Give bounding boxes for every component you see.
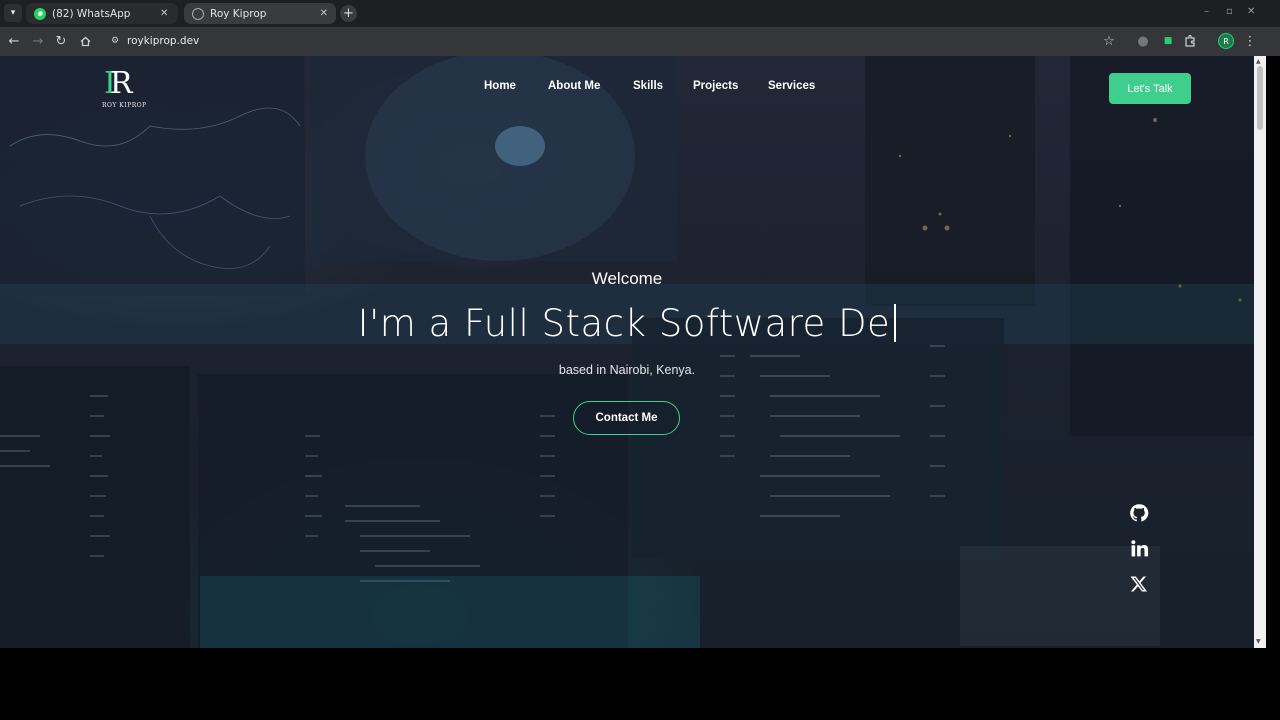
page-scrollbar[interactable]: ▲ ▼ (1254, 56, 1266, 648)
page-viewport: IR ROY KIPROP Home About Me Skills Proje… (0, 56, 1254, 648)
extension-green-icon[interactable]: ■ (1160, 33, 1176, 49)
scroll-up-icon[interactable]: ▲ (1256, 58, 1261, 65)
extension-icon[interactable]: ● (1135, 33, 1151, 49)
tab-strip: ▾ (82) WhatsApp Roy Kiprop ✕ ✕ + – ▫ ✕ (0, 0, 1280, 27)
tab-whatsapp[interactable]: (82) WhatsApp (26, 3, 178, 24)
forward-icon[interactable]: → (30, 33, 46, 49)
tab-title: Roy Kiprop (210, 7, 267, 20)
x-icon[interactable] (1128, 573, 1150, 595)
hero-background-image (0, 56, 1254, 648)
close-tab-icon[interactable]: ✕ (320, 8, 328, 19)
profile-avatar[interactable]: R (1218, 33, 1234, 49)
browser-toolbar: ← → ↻ ⚙ roykiprop.dev ☆ ● ■ ⋮ (0, 27, 1280, 56)
tab-title: (82) WhatsApp (52, 7, 131, 20)
tab-search-button[interactable]: ▾ (4, 4, 22, 22)
typing-cursor (894, 304, 897, 342)
home-icon[interactable] (77, 33, 93, 49)
letterbox-bar (0, 648, 1280, 720)
hero-welcome: Welcome (591, 269, 663, 288)
close-tab-icon[interactable]: ✕ (160, 8, 168, 19)
nav-projects[interactable]: Projects (693, 80, 738, 92)
logo-mark: IR (104, 66, 132, 101)
menu-dots-icon[interactable]: ⋮ (1242, 33, 1258, 49)
lets-talk-button[interactable]: Let's Talk (1109, 73, 1191, 104)
extensions-puzzle-icon[interactable] (1182, 33, 1198, 49)
site-logo[interactable]: IR ROY KIPROP (100, 66, 164, 116)
maximize-icon[interactable]: ▫ (1226, 6, 1233, 17)
whatsapp-icon (34, 7, 46, 20)
contact-me-button[interactable]: Contact Me (573, 401, 680, 435)
minimize-icon[interactable]: – (1204, 6, 1209, 17)
logo-name: ROY KIPROP (102, 102, 147, 109)
tab-roy-kiprop[interactable]: Roy Kiprop ✕ (184, 3, 336, 24)
linkedin-icon[interactable] (1128, 537, 1150, 559)
url-text: roykiprop.dev (127, 35, 200, 47)
hero-subline: based in Nairobi, Kenya. (558, 363, 696, 377)
nav-services[interactable]: Services (768, 80, 815, 92)
new-tab-button[interactable]: + (340, 5, 357, 22)
hero-headline: I'm a Full Stack Software De (0, 302, 1254, 345)
reload-icon[interactable]: ↻ (53, 33, 69, 49)
nav-home[interactable]: Home (484, 80, 516, 92)
scroll-down-icon[interactable]: ▼ (1256, 638, 1261, 645)
address-bar[interactable]: ⚙ roykiprop.dev (104, 30, 1124, 53)
nav-skills[interactable]: Skills (633, 80, 663, 92)
nav-about-me[interactable]: About Me (548, 80, 600, 92)
close-window-icon[interactable]: ✕ (1247, 6, 1255, 17)
github-icon[interactable] (1128, 502, 1150, 524)
close-tab-whatsapp[interactable]: ✕ (160, 3, 178, 24)
hero-headline-text: I'm a Full Stack Software De (357, 302, 891, 345)
back-icon[interactable]: ← (6, 33, 22, 49)
globe-icon (192, 7, 204, 20)
scrollbar-thumb[interactable] (1257, 66, 1263, 130)
site-info-icon[interactable]: ⚙ (108, 34, 122, 48)
bookmark-star-icon[interactable]: ☆ (1101, 33, 1117, 49)
